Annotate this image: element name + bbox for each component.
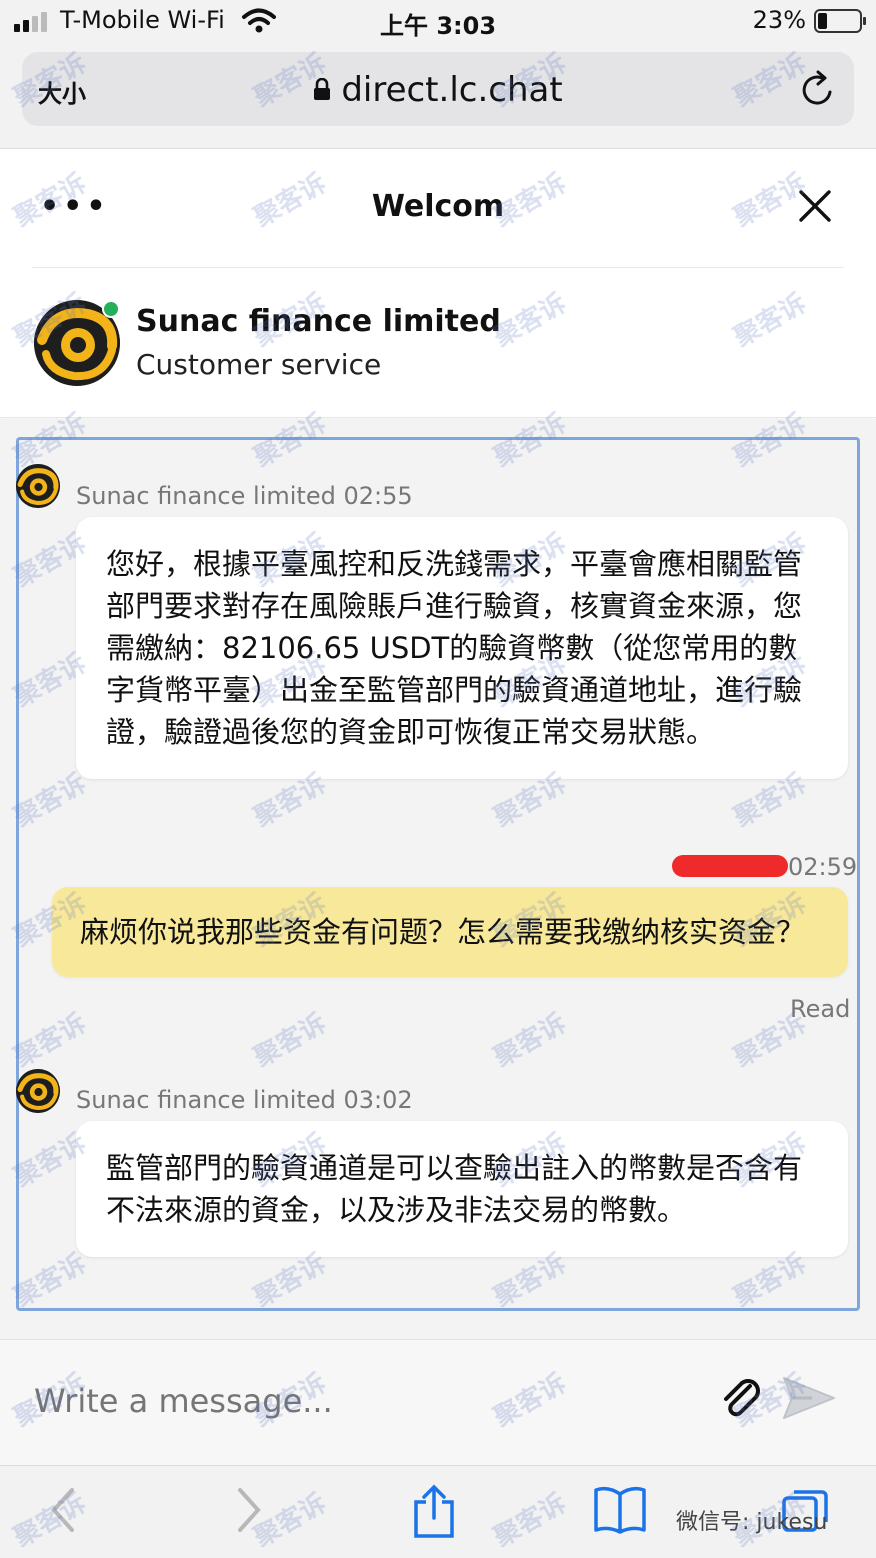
sunac-logo-icon xyxy=(16,464,60,508)
reload-icon[interactable] xyxy=(800,70,836,108)
battery-level-fill xyxy=(818,13,827,29)
chat-header: ••• Welcom xyxy=(0,148,876,268)
chat-transcript[interactable]: Sunac finance limited 02:55 您好，根據平臺風控和反洗… xyxy=(0,419,876,1339)
user-message-time: 02:59 xyxy=(788,853,858,881)
agent-info: Sunac finance limited Customer service xyxy=(0,268,876,418)
send-icon[interactable] xyxy=(782,1374,836,1422)
wechat-watermark: 微信号: jukesu xyxy=(676,1510,828,1535)
battery-icon xyxy=(814,9,866,33)
status-bar: T-Mobile Wi-Fi 上午 3:03 23% xyxy=(0,0,876,44)
read-receipt: Read xyxy=(790,995,851,1023)
agent-message-bubble: 監管部門的驗資通道是可以查驗出註入的幣數是否含有不法來源的資金，以及涉及非法交易… xyxy=(76,1121,848,1257)
user-message-bubble: 麻烦你说我那些资金有问题？怎么需要我缴纳核实资金？ xyxy=(52,887,848,977)
status-time: 上午 3:03 xyxy=(379,12,497,40)
share-icon[interactable] xyxy=(410,1484,458,1540)
message-sender-time: Sunac finance limited 03:02 xyxy=(76,1086,413,1114)
address-bar[interactable]: 大小 direct.lc.chat xyxy=(22,52,854,126)
close-icon[interactable] xyxy=(798,189,832,223)
url-text: direct.lc.chat xyxy=(341,70,563,110)
bookmarks-icon[interactable] xyxy=(592,1484,648,1536)
chat-title: Welcom xyxy=(371,189,505,224)
agent-message-avatar xyxy=(16,1069,60,1113)
browser-toolbar: 微信号: jukesu xyxy=(0,1465,876,1558)
paperclip-icon[interactable] xyxy=(716,1372,766,1422)
message-input[interactable] xyxy=(34,1376,634,1426)
agent-role: Customer service xyxy=(136,348,382,381)
forward-icon[interactable] xyxy=(232,1484,266,1536)
message-composer xyxy=(0,1339,876,1465)
back-icon[interactable] xyxy=(46,1484,80,1536)
sunac-logo-icon xyxy=(16,1069,60,1113)
lock-icon xyxy=(314,77,331,100)
agent-name: Sunac finance limited xyxy=(136,304,501,339)
redacted-username xyxy=(672,855,788,877)
browser-address-area: 大小 direct.lc.chat xyxy=(0,44,876,148)
battery-percent: 23% xyxy=(752,6,806,34)
agent-message-bubble: 您好，根據平臺風控和反洗錢需求，平臺會應相關監管部門要求對存在風險賬戶進行驗資，… xyxy=(76,517,848,779)
url-display[interactable]: direct.lc.chat xyxy=(22,70,854,110)
online-status-dot xyxy=(102,300,120,318)
agent-message-avatar xyxy=(16,464,60,508)
message-sender-time: Sunac finance limited 02:55 xyxy=(76,482,413,510)
